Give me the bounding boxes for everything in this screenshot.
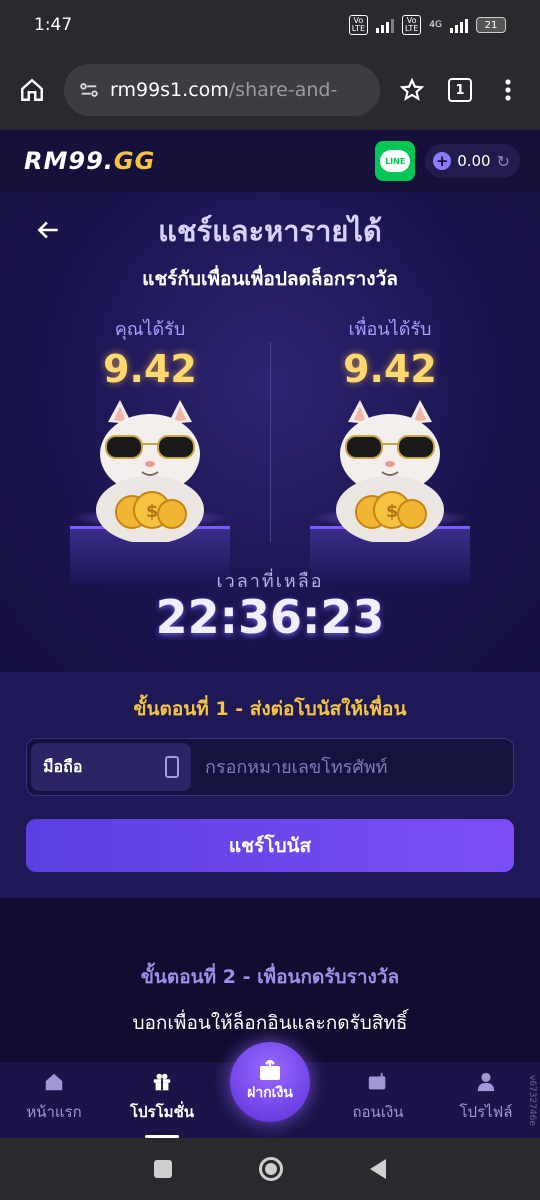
nav-withdraw-label: ถอนเงิน bbox=[352, 1103, 404, 1121]
tab-switcher-button[interactable]: 1 bbox=[444, 74, 476, 106]
gift-icon bbox=[150, 1070, 174, 1094]
line-chat-button[interactable]: LINE bbox=[375, 141, 416, 181]
step-2-title: ขั้นตอนที่ 2 - เพื่อนกดรับรางวัล bbox=[140, 966, 400, 988]
site-settings-icon[interactable] bbox=[78, 79, 100, 101]
phone-field: มือถือ bbox=[26, 738, 514, 796]
page-title: แชร์และหารายได้ bbox=[158, 214, 382, 248]
star-icon[interactable] bbox=[396, 74, 428, 106]
address-bar[interactable]: rm99s1.com/share-and- bbox=[64, 64, 380, 116]
you-receive-amount: 9.42 bbox=[103, 347, 197, 391]
url-path: /share-and- bbox=[228, 79, 338, 101]
volte-icon: Vo LTE bbox=[348, 15, 368, 35]
share-hero: แชร์และหารายได้ แชร์กับเพื่อนเพื่อปลดล็อ… bbox=[0, 192, 540, 672]
signal-icon bbox=[376, 17, 394, 33]
column-divider bbox=[270, 342, 271, 542]
nav-profile[interactable]: โปรไฟล์ bbox=[432, 1062, 540, 1138]
header-actions: LINE + 0.00 ↻ bbox=[375, 141, 520, 181]
step-1-section: ขั้นตอนที่ 1 - ส่งต่อโบนัสให้เพื่อน มือถ… bbox=[0, 672, 540, 898]
app-header: RM99.GG LINE + 0.00 ↻ bbox=[0, 130, 540, 192]
recents-icon[interactable] bbox=[153, 1160, 172, 1178]
signal-icon-2 bbox=[450, 17, 468, 33]
logo-suffix: GG bbox=[113, 147, 156, 175]
system-home-icon[interactable] bbox=[258, 1157, 283, 1181]
friend-receives-label: เพื่อนได้รับ bbox=[348, 319, 432, 340]
status-time: 1:47 bbox=[34, 15, 73, 35]
tab-count: 1 bbox=[448, 78, 472, 102]
step-2-section: ขั้นตอนที่ 2 - เพื่อนกดรับรางวัล บอกเพื่… bbox=[0, 898, 540, 1062]
share-bonus-label: แชร์โบนัส bbox=[228, 834, 312, 857]
share-bonus-button[interactable]: แชร์โบนัส bbox=[26, 819, 514, 872]
cat-mascot-icon-2: $ bbox=[336, 400, 444, 542]
nav-profile-label: โปรไฟล์ bbox=[459, 1103, 513, 1121]
system-nav-bar bbox=[0, 1138, 540, 1200]
user-icon bbox=[474, 1070, 498, 1094]
refresh-icon[interactable]: ↻ bbox=[497, 152, 510, 171]
countdown-timer: 22:36:23 bbox=[155, 590, 385, 644]
friend-receives-amount: 9.42 bbox=[343, 347, 437, 391]
phone-type-label: มือถือ bbox=[43, 756, 83, 776]
nav-home[interactable]: หน้าแรก bbox=[0, 1062, 108, 1138]
cat-mascot-icon: $ bbox=[96, 400, 204, 542]
line-label: LINE bbox=[385, 156, 406, 166]
deposit-icon bbox=[260, 1060, 280, 1080]
version-label: v6732746e bbox=[527, 1075, 537, 1126]
wallet-icon bbox=[366, 1070, 390, 1094]
nav-promotions-label: โปรโมชั่น bbox=[129, 1103, 194, 1121]
svg-text:$: $ bbox=[146, 501, 159, 522]
line-icon: LINE bbox=[380, 150, 411, 172]
balance-pill[interactable]: + 0.00 ↻ bbox=[425, 144, 520, 178]
you-receive: คุณได้รับ 9.42 bbox=[50, 314, 250, 391]
status-icons: Vo LTE Vo LTE 4G 21 bbox=[348, 15, 506, 35]
you-receive-label: คุณได้รับ bbox=[114, 319, 186, 340]
home-icon bbox=[42, 1070, 66, 1094]
home-icon[interactable] bbox=[16, 74, 48, 106]
phone-number-input[interactable] bbox=[191, 743, 509, 791]
balance-amount: 0.00 bbox=[457, 152, 491, 170]
volte-icon-2: Vo LTE bbox=[402, 15, 422, 35]
friend-receives: เพื่อนได้รับ 9.42 bbox=[290, 314, 490, 391]
logo-main: RM99. bbox=[24, 147, 114, 175]
url-host: rm99s1.com bbox=[110, 79, 229, 101]
nav-withdraw[interactable]: ถอนเงิน bbox=[324, 1062, 432, 1138]
brand-logo[interactable]: RM99.GG bbox=[24, 147, 155, 175]
page-subtitle: แชร์กับเพื่อนเพื่อปลดล็อกรางวัล bbox=[142, 268, 398, 290]
battery-icon: 21 bbox=[476, 17, 506, 33]
step-2-description: บอกเพื่อนให้ล็อกอินและกดรับสิทธิ์ bbox=[132, 1012, 408, 1034]
nav-promotions[interactable]: โปรโมชั่น bbox=[108, 1062, 216, 1138]
smartphone-icon bbox=[165, 756, 179, 778]
svg-text:$: $ bbox=[386, 501, 399, 522]
phone-type-selector[interactable]: มือถือ bbox=[31, 743, 191, 791]
more-vert-icon[interactable] bbox=[492, 74, 524, 106]
battery-level: 21 bbox=[484, 19, 498, 31]
status-bar: 1:47 Vo LTE Vo LTE 4G 21 bbox=[0, 0, 540, 50]
deposit-label: ฝากเงิน bbox=[247, 1085, 293, 1101]
plus-icon[interactable]: + bbox=[433, 152, 452, 170]
nav-home-label: หน้าแรก bbox=[26, 1103, 82, 1121]
step-1-title: ขั้นตอนที่ 1 - ส่งต่อโบนัสให้เพื่อน bbox=[133, 698, 407, 720]
browser-toolbar: rm99s1.com/share-and- 1 bbox=[0, 50, 540, 130]
system-back-icon[interactable] bbox=[370, 1159, 387, 1179]
network-type: 4G bbox=[429, 20, 442, 30]
deposit-button[interactable]: ฝากเงิน bbox=[230, 1042, 310, 1122]
